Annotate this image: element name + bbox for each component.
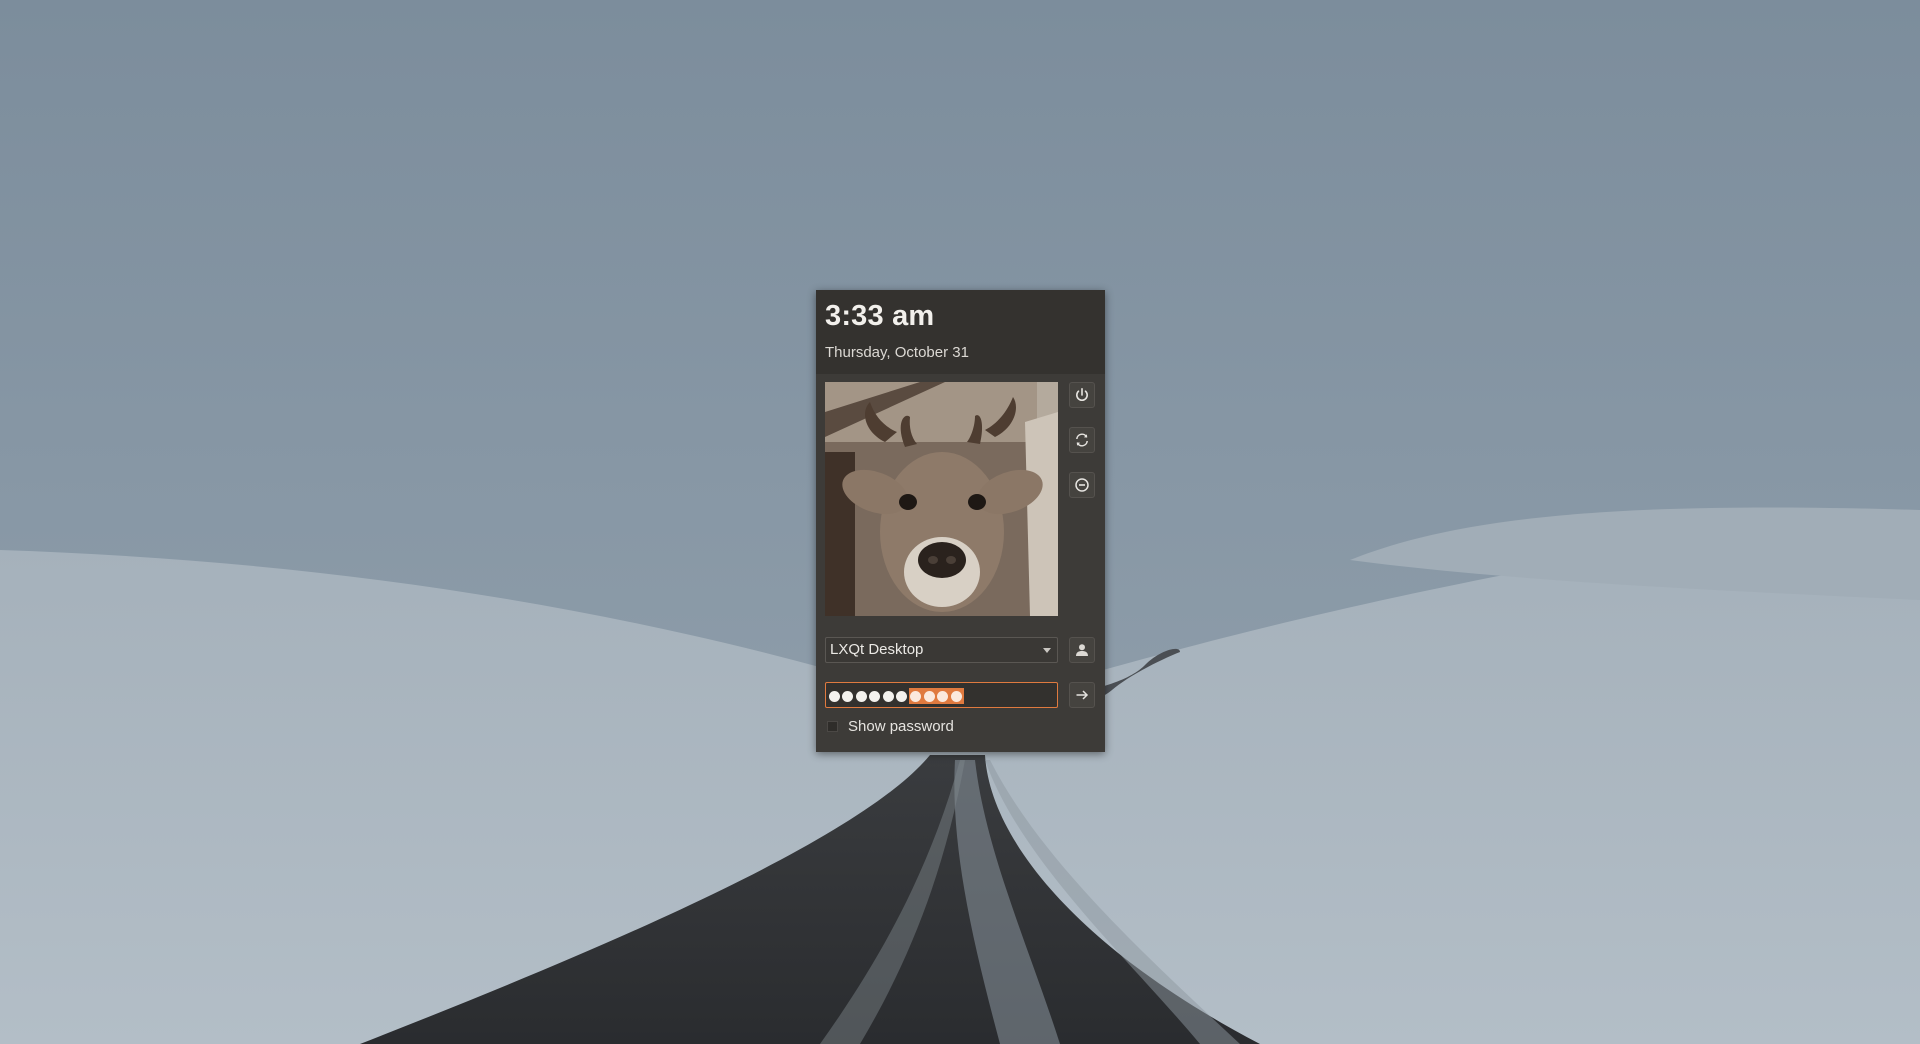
clock-header: 3:33 am Thursday, October 31: [816, 290, 1105, 374]
shutdown-button[interactable]: [1069, 382, 1095, 408]
password-dot-selected: [923, 690, 935, 702]
password-dot: [855, 690, 867, 702]
login-panel: 3:33 am Thursday, October 31 LXQt Deskto…: [816, 290, 1105, 752]
restart-button[interactable]: [1069, 427, 1095, 453]
login-button[interactable]: [1069, 682, 1095, 708]
password-dot-selected: [950, 690, 962, 702]
password-input[interactable]: [825, 682, 1058, 708]
password-dot-selected: [937, 690, 949, 702]
clock: 3:33 am: [825, 300, 935, 332]
session-select[interactable]: LXQt Desktop: [825, 637, 1058, 663]
user-icon: [1076, 644, 1088, 656]
password-dot: [895, 690, 907, 702]
show-password-label: Show password: [848, 717, 954, 735]
show-password-row[interactable]: Show password: [827, 716, 954, 736]
password-dot-selected: [910, 690, 922, 702]
show-password-checkbox[interactable]: [827, 720, 838, 732]
password-dot: [882, 690, 894, 702]
date: Thursday, October 31: [825, 344, 969, 361]
password-mask: [829, 688, 964, 704]
password-selection: [909, 688, 964, 704]
chevron-down-icon: [1043, 648, 1051, 653]
password-dot: [842, 690, 854, 702]
password-dot: [829, 690, 840, 702]
arrow-right-icon: [1076, 690, 1089, 700]
suspend-icon: [1075, 478, 1089, 492]
session-select-value: LXQt Desktop: [830, 641, 924, 658]
suspend-button[interactable]: [1069, 472, 1095, 498]
restart-icon: [1076, 433, 1088, 447]
password-dot: [869, 690, 881, 702]
user-select-button[interactable]: [1069, 637, 1095, 663]
user-avatar: [825, 382, 1058, 616]
power-icon: [1076, 387, 1088, 402]
